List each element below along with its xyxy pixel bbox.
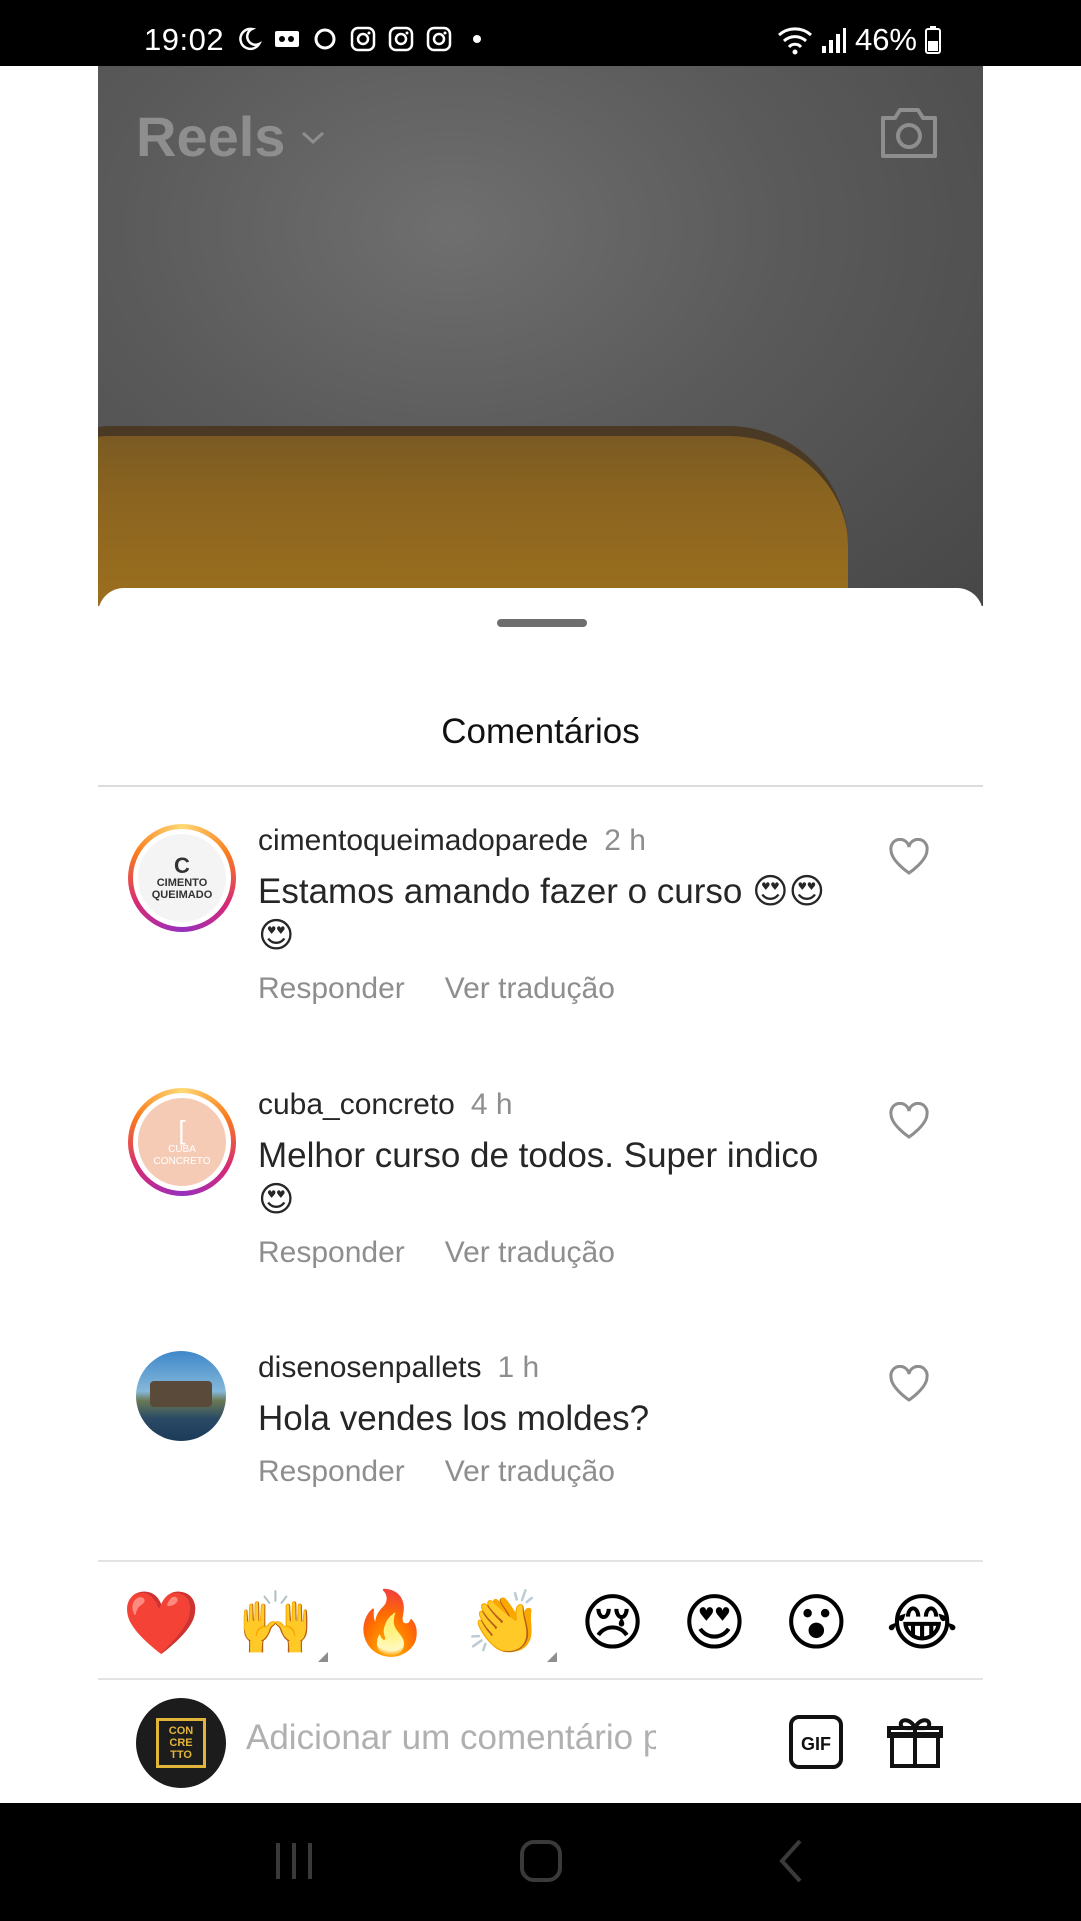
like-heart-icon[interactable] — [888, 1365, 930, 1403]
comment-username[interactable]: disenosenpallets 1 h — [258, 1351, 539, 1385]
my-avatar[interactable]: CON CRE TTO — [136, 1698, 226, 1788]
reaction-heart[interactable]: ❤️ — [123, 1588, 200, 1658]
status-time: 19:02 — [144, 22, 225, 57]
reaction-crying[interactable]: 😢 — [580, 1588, 645, 1658]
username-text: cuba_concreto — [258, 1088, 455, 1121]
dot-icon — [473, 35, 481, 43]
circle-icon — [314, 28, 336, 50]
reply-button[interactable]: Responder — [258, 972, 405, 1006]
reaction-heart-eyes[interactable]: 😍 — [682, 1588, 747, 1658]
comment-text: Hola vendes los moldes? — [258, 1399, 650, 1438]
reel-video[interactable]: Reels — [98, 66, 983, 606]
back-icon[interactable] — [774, 1837, 808, 1885]
instagram-icon — [426, 26, 452, 52]
comment-actions: Responder Ver tradução — [258, 1236, 615, 1270]
reaction-fire[interactable]: 🔥 — [351, 1588, 428, 1658]
comment-input[interactable] — [246, 1718, 656, 1758]
avatar[interactable]: C CIMENTO QUEIMADO — [128, 824, 236, 932]
avatar-photo — [150, 1381, 212, 1407]
voicemail-icon — [275, 31, 299, 47]
avatar-letter: C — [174, 853, 190, 878]
comment-actions: Responder Ver tradução — [258, 972, 615, 1006]
reply-button[interactable]: Responder — [258, 1455, 405, 1489]
comment-item: C CIMENTO QUEIMADO cimentoqueimadoparede… — [98, 824, 983, 1064]
comment-time: 2 h — [604, 824, 646, 857]
reply-button[interactable]: Responder — [258, 1236, 405, 1270]
comment-username[interactable]: cimentoqueimadoparede 2 h — [258, 824, 646, 858]
username-text: cimentoqueimadoparede — [258, 824, 589, 857]
translate-button[interactable]: Ver tradução — [445, 972, 615, 1006]
comment-composer: CON CRE TTO GIF — [98, 1680, 983, 1803]
wifi-icon — [777, 27, 812, 55]
recent-apps-icon[interactable] — [272, 1837, 316, 1885]
reaction-raising-hands[interactable]: 🙌 — [237, 1588, 329, 1662]
avatar-text: CRE — [169, 1737, 193, 1749]
avatar-text: QUEIMADO — [151, 889, 213, 901]
drag-handle[interactable] — [497, 619, 587, 627]
status-bar: 19:02 46% — [0, 0, 1081, 66]
divider — [98, 1560, 983, 1562]
reaction-clapping[interactable]: 👏 — [466, 1588, 558, 1662]
chevron-down-icon — [302, 131, 325, 144]
comment-time: 4 h — [470, 1088, 513, 1121]
reels-header[interactable]: Reels — [136, 104, 327, 169]
like-heart-icon[interactable] — [888, 838, 930, 876]
signal-icon — [821, 28, 846, 53]
comment-username[interactable]: cuba_concreto 4 h — [258, 1088, 513, 1122]
gif-button[interactable]: GIF — [788, 1714, 844, 1770]
moon-icon — [239, 27, 262, 51]
reaction-surprised[interactable]: 😮 — [784, 1588, 849, 1658]
comment-text: Melhor curso de todos. Super indico 😍 — [258, 1136, 819, 1219]
battery-icon — [925, 26, 941, 54]
avatar-text: CUBA — [168, 1144, 196, 1155]
like-heart-icon[interactable] — [888, 1102, 930, 1140]
home-icon[interactable] — [518, 1837, 564, 1885]
comments-sheet: Comentários C CIMENTO QUEIMADO cimentoqu… — [98, 588, 983, 1803]
navigation-bar — [0, 1803, 1081, 1921]
sheet-title: Comentários — [441, 712, 640, 751]
comment-time: 1 h — [497, 1351, 540, 1384]
translate-button[interactable]: Ver tradução — [445, 1236, 615, 1270]
gif-label: GIF — [801, 1734, 831, 1754]
comment-item: disenosenpallets 1 h Hola vendes los mold… — [98, 1351, 983, 1551]
username-text: disenosenpallets — [258, 1351, 482, 1384]
notification-icons — [236, 26, 490, 52]
comment-text: Estamos amando fazer o curso 😍😍😍 — [258, 872, 826, 955]
avatar[interactable]: [ CUBA CONCRETO — [128, 1088, 236, 1196]
reels-title: Reels — [136, 105, 286, 168]
comment-item: [ CUBA CONCRETO cuba_concreto 4 h Melhor … — [98, 1088, 983, 1328]
instagram-icon — [350, 26, 376, 52]
avatar-text: CONCRETO — [153, 1156, 211, 1167]
gift-icon[interactable] — [886, 1714, 944, 1770]
avatar-logo: CON CRE TTO — [156, 1718, 206, 1768]
avatar-text: TTO — [170, 1749, 192, 1761]
status-right: 46% — [777, 22, 941, 58]
avatar-text: CIMENTO — [156, 877, 208, 889]
camera-icon[interactable] — [877, 104, 941, 162]
quick-reactions-bar: ❤️ 🙌 🔥 👏 😢 😍 😮 😂 — [98, 1578, 983, 1668]
avatar-text: CON — [168, 1725, 194, 1737]
avatar[interactable] — [136, 1351, 226, 1441]
battery-level: 46% — [854, 22, 917, 57]
video-content — [98, 426, 848, 606]
reaction-laughing[interactable]: 😂 — [886, 1588, 958, 1658]
translate-button[interactable]: Ver tradução — [445, 1455, 615, 1489]
instagram-icon — [388, 26, 414, 52]
comment-actions: Responder Ver tradução — [258, 1455, 615, 1489]
avatar-letter: [ — [178, 1115, 186, 1145]
divider — [98, 785, 983, 787]
